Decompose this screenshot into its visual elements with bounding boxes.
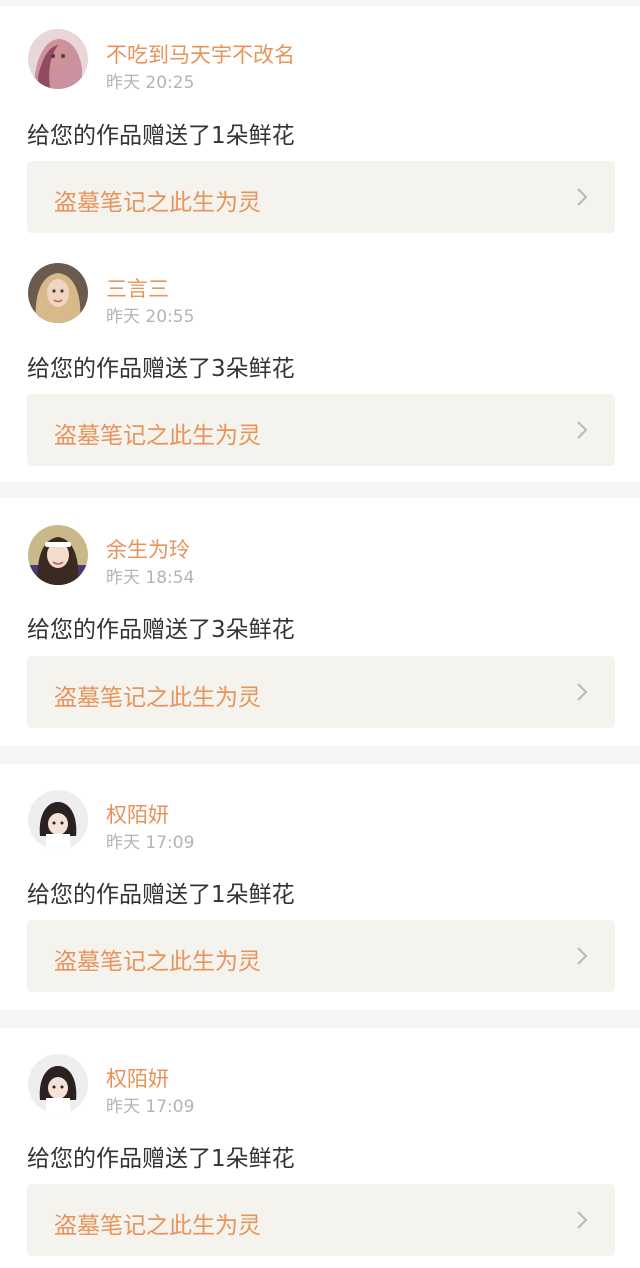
card-separator: [0, 482, 640, 498]
notification-card: 余生为玲 昨天 18:54 给您的作品赠送了3朵鲜花 盗墓笔记之此生为灵: [0, 498, 640, 746]
work-link-button[interactable]: 盗墓笔记之此生为灵: [27, 1184, 615, 1256]
timestamp: 昨天 18:54: [106, 568, 195, 588]
work-link-button[interactable]: 盗墓笔记之此生为灵: [27, 656, 615, 728]
chevron-right-icon: [577, 683, 588, 701]
gift-message: 给您的作品赠送了1朵鲜花: [27, 123, 295, 149]
gift-message: 给您的作品赠送了1朵鲜花: [27, 1146, 295, 1172]
avatar-girl-dark-hair-icon[interactable]: [28, 790, 88, 850]
work-title: 盗墓笔记之此生为灵: [54, 1213, 261, 1239]
username[interactable]: 权陌妍: [106, 799, 169, 829]
notification-card: 不吃到马天宇不改名 昨天 20:25 给您的作品赠送了1朵鲜花 盗墓笔记之此生为…: [0, 6, 640, 246]
chevron-right-icon: [577, 188, 588, 206]
timestamp: 昨天 20:55: [106, 307, 195, 327]
gift-message: 给您的作品赠送了1朵鲜花: [27, 882, 295, 908]
work-title: 盗墓笔记之此生为灵: [54, 685, 261, 711]
avatar-girl-dark-hair-icon[interactable]: [28, 1054, 88, 1114]
username[interactable]: 余生为玲: [106, 534, 190, 564]
work-title: 盗墓笔记之此生为灵: [54, 423, 261, 449]
work-link-button[interactable]: 盗墓笔记之此生为灵: [27, 920, 615, 992]
work-title: 盗墓笔记之此生为灵: [54, 190, 261, 216]
notification-card: 权陌妍 昨天 17:09 给您的作品赠送了1朵鲜花 盗墓笔记之此生为灵: [0, 1028, 640, 1268]
username[interactable]: 不吃到马天宇不改名: [106, 39, 295, 69]
timestamp: 昨天 17:09: [106, 1097, 195, 1117]
chevron-right-icon: [577, 421, 588, 439]
chevron-right-icon: [577, 1211, 588, 1229]
username[interactable]: 三言三: [106, 273, 169, 303]
gift-message: 给您的作品赠送了3朵鲜花: [27, 356, 295, 382]
avatar-girl-headband-icon[interactable]: [28, 525, 88, 585]
gift-message: 给您的作品赠送了3朵鲜花: [27, 617, 295, 643]
notification-card: 三言三 昨天 20:55 给您的作品赠送了3朵鲜花 盗墓笔记之此生为灵: [0, 246, 640, 482]
timestamp: 昨天 20:25: [106, 73, 195, 93]
card-separator: [0, 1010, 640, 1028]
notification-card: 权陌妍 昨天 17:09 给您的作品赠送了1朵鲜花 盗墓笔记之此生为灵: [0, 764, 640, 1010]
chevron-right-icon: [577, 947, 588, 965]
avatar-blonde-woman-icon[interactable]: [28, 263, 88, 323]
username[interactable]: 权陌妍: [106, 1063, 169, 1093]
card-separator: [0, 746, 640, 764]
work-link-button[interactable]: 盗墓笔记之此生为灵: [27, 394, 615, 466]
work-link-button[interactable]: 盗墓笔记之此生为灵: [27, 161, 615, 233]
timestamp: 昨天 17:09: [106, 833, 195, 853]
notification-feed: 不吃到马天宇不改名 昨天 20:25 给您的作品赠送了1朵鲜花 盗墓笔记之此生为…: [0, 0, 640, 1268]
avatar-girl-pink-hair-icon[interactable]: [28, 29, 88, 89]
work-title: 盗墓笔记之此生为灵: [54, 949, 261, 975]
